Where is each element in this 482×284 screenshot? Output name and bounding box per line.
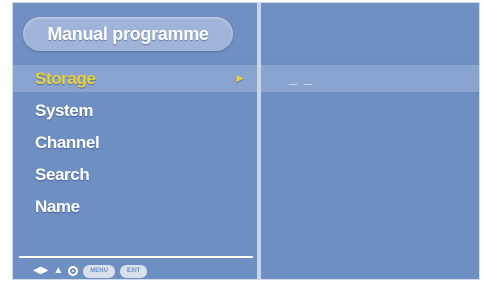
menu-item-name[interactable]: Name [13, 193, 257, 225]
menu-item-label: Name [35, 197, 80, 216]
menu-item-label: Channel [35, 133, 100, 152]
footer-divider [19, 256, 253, 258]
ok-icon [68, 266, 79, 276]
menu-item-search[interactable]: Search [13, 161, 257, 193]
menu-item-storage[interactable]: Storage ▶ [13, 65, 257, 92]
exit-button-icon: EXIT [119, 264, 148, 278]
menu-item-channel[interactable]: Channel [13, 129, 257, 161]
manual-programme-osd: Manual programme Storage ▶ System Channe… [12, 2, 480, 280]
menu-button-icon: MENU [83, 264, 115, 278]
menu-item-label: Search [35, 165, 90, 184]
menu-item-system[interactable]: System [13, 97, 257, 129]
menu-item-label: System [35, 101, 94, 120]
title-bar: Manual programme [13, 3, 257, 61]
title-pill: Manual programme [23, 17, 233, 51]
storage-value: _ _ [289, 70, 315, 86]
title-bar-right [261, 3, 479, 61]
button-guide: ◀▶ ▲︎ MENU EXIT [33, 263, 148, 279]
left-right-arrows-icon: ◀▶ [33, 265, 49, 276]
page-title: Manual programme [47, 23, 209, 44]
menu-list: Storage ▶ System Channel Search Name [13, 65, 257, 225]
menu-item-label: Storage [35, 69, 96, 88]
up-down-arrows-icon: ▲︎ [53, 265, 64, 276]
panel-divider [257, 3, 261, 279]
submenu-arrow-icon: ▶ [236, 73, 243, 83]
